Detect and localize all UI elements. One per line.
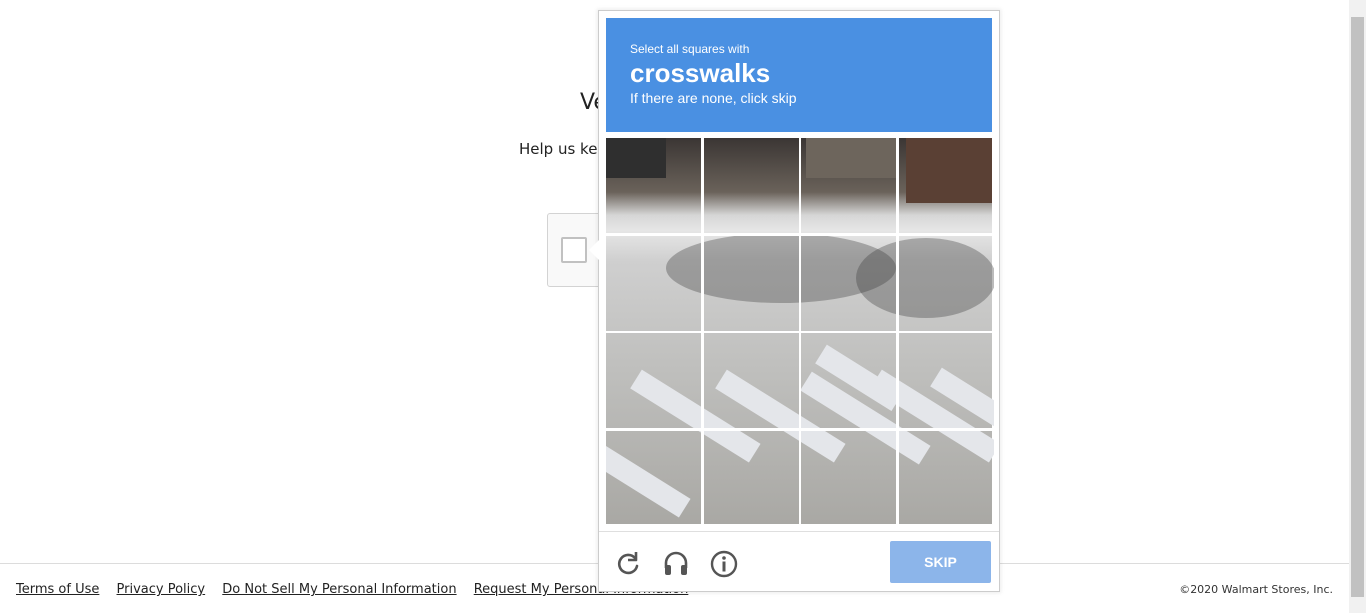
challenge-tile[interactable] [606, 236, 701, 331]
tile-image [606, 236, 701, 331]
tile-scene-detail [630, 431, 701, 463]
tile-scene-detail [606, 431, 691, 518]
tile-image [801, 431, 896, 524]
tile-image [899, 333, 994, 428]
page-subtitle: Help us kee [519, 140, 607, 158]
footer-link-terms[interactable]: Terms of Use [16, 582, 99, 597]
challenge-tile[interactable] [801, 236, 896, 331]
tile-scene-detail [606, 424, 691, 428]
challenge-tile[interactable] [606, 431, 701, 526]
tile-image [704, 431, 799, 524]
challenge-tile[interactable] [606, 333, 701, 428]
footer-link-do-not-sell[interactable]: Do Not Sell My Personal Information [222, 582, 456, 597]
target-object: crosswalks [630, 58, 771, 88]
challenge-tile[interactable] [801, 431, 896, 526]
challenge-pointer-arrow [589, 239, 600, 261]
tile-scene-detail [704, 236, 799, 303]
tile-scene-detail [906, 138, 992, 203]
recaptcha-challenge: Select all squares with crosswalks If th… [598, 10, 1000, 592]
vertical-scrollbar[interactable] [1349, 0, 1366, 613]
tile-image [899, 236, 994, 331]
skip-hint: If there are none, click skip [630, 90, 797, 106]
challenge-tile[interactable] [899, 236, 994, 331]
copyright: ©2020 Walmart Stores, Inc. [1179, 583, 1333, 596]
challenge-tile[interactable] [704, 431, 799, 526]
tile-image [606, 431, 701, 524]
challenge-tile[interactable] [801, 138, 896, 233]
tile-scene-detail [630, 369, 701, 428]
tile-scene-detail [606, 138, 666, 178]
info-icon[interactable] [709, 549, 739, 579]
tile-scene-detail [899, 431, 931, 465]
challenge-header: Select all squares with crosswalks If th… [606, 18, 992, 132]
recaptcha-checkbox[interactable] [561, 237, 587, 263]
tile-image [606, 333, 701, 428]
tile-scene-detail [666, 236, 701, 303]
tile-image [606, 138, 701, 233]
challenge-tile[interactable] [704, 333, 799, 428]
tile-image [899, 431, 994, 524]
page: Ve Help us kee Terms of Use Privacy Poli… [0, 0, 1366, 613]
footer-link-privacy[interactable]: Privacy Policy [117, 582, 206, 597]
tile-image [704, 138, 799, 233]
challenge-tile[interactable] [899, 138, 994, 233]
challenge-tile[interactable] [801, 333, 896, 428]
challenge-tile[interactable] [704, 138, 799, 233]
challenge-tile[interactable] [899, 431, 994, 526]
challenge-tile[interactable] [899, 333, 994, 428]
reload-icon[interactable] [613, 549, 643, 579]
scrollbar-thumb[interactable] [1351, 17, 1364, 597]
challenge-tile[interactable] [606, 138, 701, 233]
tile-scene-detail [715, 369, 799, 428]
tile-image [704, 236, 799, 331]
challenge-footer-divider [599, 531, 999, 532]
tile-image [704, 333, 799, 428]
skip-button[interactable]: SKIP [890, 541, 991, 583]
instruction-text: Select all squares with [630, 42, 750, 56]
tile-grid [606, 138, 994, 526]
tile-image [801, 333, 896, 428]
tile-scene-detail [899, 238, 994, 318]
challenge-tile[interactable] [704, 236, 799, 331]
tile-image [899, 138, 992, 233]
tile-scene-detail [801, 431, 846, 463]
tile-image [801, 138, 896, 233]
tile-image [801, 236, 896, 331]
headphones-icon[interactable] [661, 549, 691, 579]
tile-scene-detail [704, 431, 761, 463]
tile-scene-detail [806, 138, 896, 178]
